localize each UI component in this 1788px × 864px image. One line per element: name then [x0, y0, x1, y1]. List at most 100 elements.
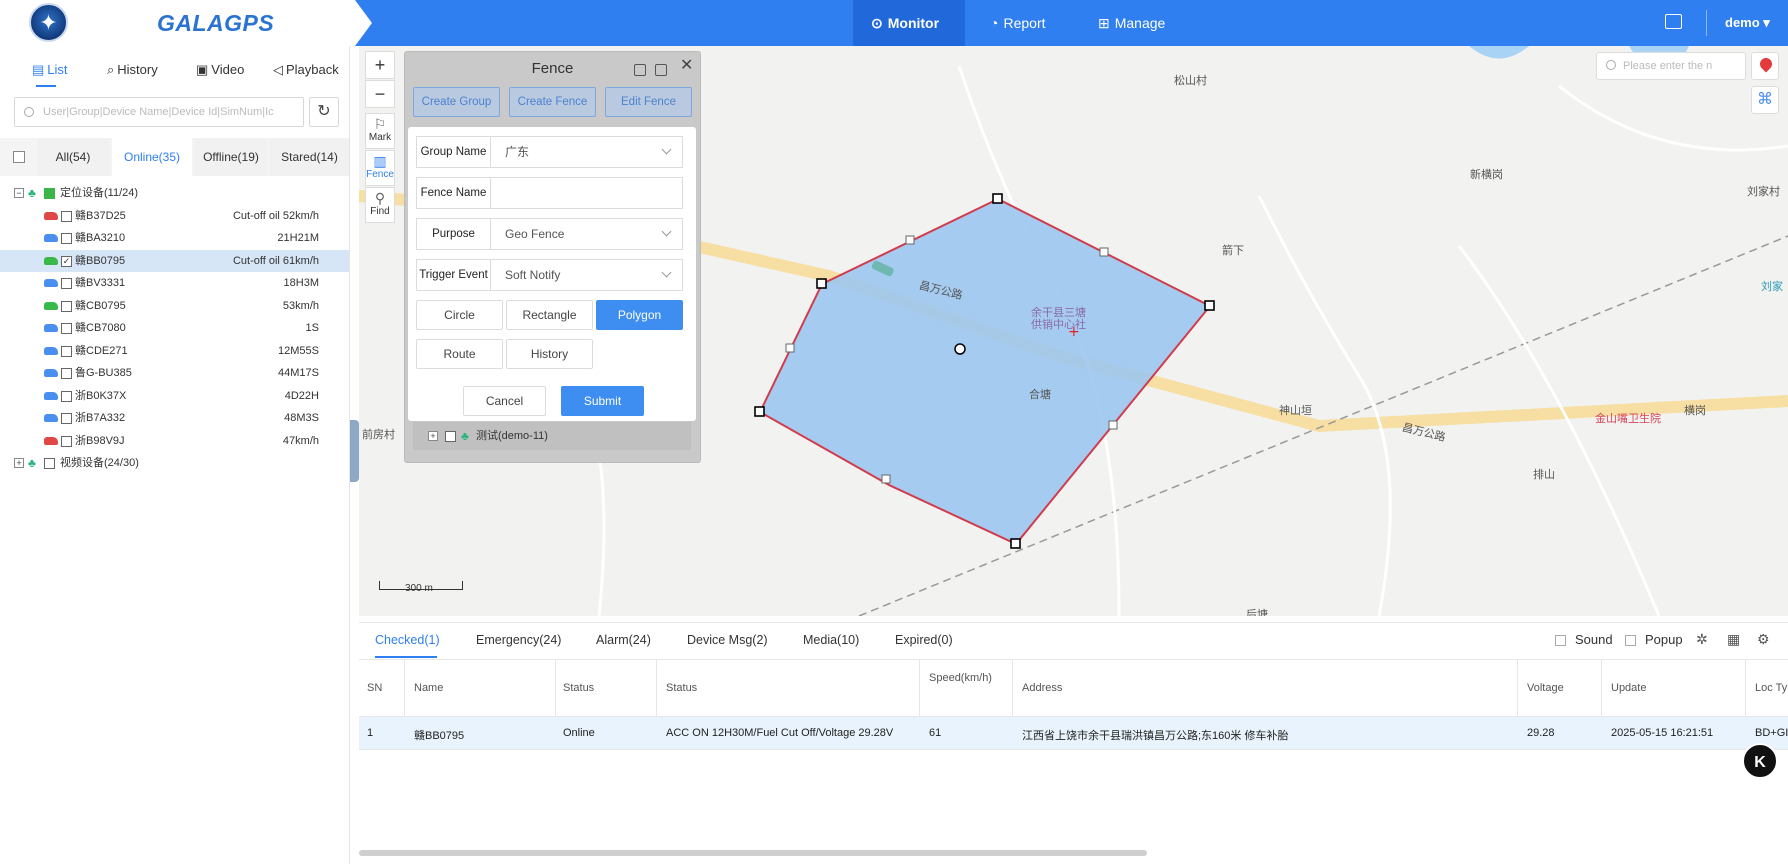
tab-history[interactable]: ⌕ History — [107, 62, 158, 78]
horizontal-scrollbar[interactable] — [359, 850, 1147, 856]
tab-alarm[interactable]: Alarm(24) — [596, 633, 651, 647]
tab-list[interactable]: ▤ List — [32, 62, 68, 78]
tab-media[interactable]: Media(10) — [803, 633, 859, 647]
message-icon[interactable] — [1665, 14, 1682, 29]
filter-offline[interactable]: Offline(19) — [195, 138, 267, 176]
fence-polygon[interactable] — [758, 197, 1212, 546]
submit-button[interactable]: Submit — [561, 386, 644, 416]
table-row[interactable]: 1 赣BB0795 Online ACC ON 12H30M/Fuel Cut … — [359, 716, 1788, 750]
shape-polygon-button[interactable]: Polygon — [596, 300, 683, 330]
group-checkbox[interactable] — [44, 188, 55, 199]
expand-icon[interactable]: + — [14, 458, 24, 468]
device-checkbox[interactable] — [61, 436, 72, 447]
device-row[interactable]: 鲁G-BU385 44M17S — [0, 362, 349, 384]
tree-group[interactable]: − ♣ 定位设备(11/24) — [0, 182, 349, 204]
create-group-button[interactable]: Create Group — [413, 87, 500, 117]
car-icon — [44, 324, 58, 332]
select-all-checkbox[interactable] — [13, 151, 25, 163]
device-row[interactable]: 赣CDE271 12M55S — [0, 340, 349, 362]
create-fence-button[interactable]: Create Fence — [509, 87, 596, 117]
trigger-event-select[interactable]: Trigger Event Soft Notify — [416, 259, 683, 291]
find-tool[interactable]: ⚲ Find — [365, 187, 395, 223]
device-checkbox[interactable] — [61, 413, 72, 424]
purpose-select[interactable]: Purpose Geo Fence — [416, 218, 683, 250]
locate-button[interactable] — [1751, 52, 1779, 80]
mark-tool[interactable]: ⚐ Mark — [365, 113, 395, 149]
filter-stared[interactable]: Stared(14) — [270, 138, 349, 176]
map-search-input[interactable]: Please enter the n — [1596, 52, 1746, 80]
tab-video[interactable]: ▣ Video — [196, 62, 244, 78]
group-checkbox[interactable] — [445, 431, 456, 442]
location-pin-icon: ⊙ — [871, 15, 883, 31]
sidebar-collapse-handle[interactable] — [350, 420, 359, 482]
device-row[interactable]: 赣CB0795 53km/h — [0, 295, 349, 317]
tab-device-msg[interactable]: Device Msg(2) — [687, 633, 768, 647]
video-icon: ▣ — [196, 62, 209, 77]
device-row[interactable]: 赣BV3331 18H3M — [0, 272, 349, 294]
device-checkbox[interactable] — [61, 301, 72, 312]
fence-name-field[interactable]: Fence Name — [416, 177, 683, 209]
expand-icon[interactable]: + — [428, 431, 438, 441]
edit-fence-button[interactable]: Edit Fence — [605, 87, 692, 117]
device-checkbox-checked[interactable]: ✓ — [61, 256, 72, 267]
history-icon: ⌕ — [107, 62, 115, 77]
nav-manage[interactable]: ⊞ Manage — [1080, 0, 1183, 46]
filter-online[interactable]: Online(35) — [112, 138, 192, 176]
nav-report[interactable]: ◔ Report — [972, 0, 1064, 46]
popup-label: Popup — [1645, 632, 1683, 647]
close-icon[interactable]: ✕ — [680, 55, 693, 75]
device-row[interactable]: 浙B0K37X 4D22H — [0, 385, 349, 407]
tab-emergency[interactable]: Emergency(24) — [476, 633, 561, 647]
device-checkbox[interactable] — [61, 278, 72, 289]
shape-rectangle-button[interactable]: Rectangle — [506, 300, 593, 330]
column-header-status: Status — [563, 682, 595, 694]
assistant-fab-button[interactable]: K — [1742, 743, 1778, 779]
shape-route-button[interactable]: Route — [416, 339, 503, 369]
edit-icon[interactable] — [634, 64, 646, 76]
device-row-selected[interactable]: ✓ 赣BB0795 Cut-off oil 61km/h — [0, 250, 349, 272]
map-layers-button[interactable]: ⌘ — [1751, 86, 1779, 114]
cancel-button[interactable]: Cancel — [463, 386, 546, 416]
fence-group-row[interactable]: + ♣ 测试(demo-11) — [413, 422, 691, 450]
filter-all[interactable]: All(54) — [37, 138, 109, 176]
user-menu[interactable]: demo ▾ — [1725, 0, 1770, 46]
sound-checkbox[interactable] — [1555, 635, 1566, 646]
gear-icon[interactable]: ⚙ — [1757, 632, 1771, 646]
device-checkbox[interactable] — [61, 323, 72, 334]
device-row[interactable]: 赣B37D25 Cut-off oil 52km/h — [0, 205, 349, 227]
alarm-settings-icon[interactable]: ✲ — [1696, 632, 1710, 646]
polygon-center-handle[interactable] — [954, 343, 966, 355]
fence-tool[interactable]: ▥ Fence — [365, 150, 395, 186]
device-checkbox[interactable] — [61, 346, 72, 357]
device-checkbox[interactable] — [61, 391, 72, 402]
device-checkbox[interactable] — [61, 211, 72, 222]
device-row[interactable]: 浙B98V9J 47km/h — [0, 430, 349, 452]
minor-road — [1457, 245, 1661, 616]
device-search-input[interactable]: User|Group|Device Name|Device Id|SimNum|… — [14, 97, 304, 127]
device-checkbox[interactable] — [61, 368, 72, 379]
tab-playback[interactable]: ◁ Playback — [273, 62, 339, 78]
export-icon[interactable] — [655, 64, 667, 76]
device-checkbox[interactable] — [61, 233, 72, 244]
group-name-select[interactable]: Group Name 广东 — [416, 136, 683, 168]
export-excel-icon[interactable]: ▦ — [1727, 632, 1741, 646]
lake-shape — [1469, 46, 1529, 59]
popup-checkbox[interactable] — [1625, 635, 1636, 646]
refresh-button[interactable]: ↻ — [309, 97, 339, 127]
device-row[interactable]: 赣CB7080 1S — [0, 317, 349, 339]
column-header-name: Name — [414, 682, 444, 694]
device-row[interactable]: 赣BA3210 21H21M — [0, 227, 349, 249]
shape-history-button[interactable]: History — [506, 339, 593, 369]
collapse-icon[interactable]: − — [14, 188, 24, 198]
group-checkbox[interactable] — [44, 458, 55, 469]
shape-circle-button[interactable]: Circle — [416, 300, 503, 330]
tab-expired[interactable]: Expired(0) — [895, 633, 953, 647]
device-row[interactable]: 浙B7A332 48M3S — [0, 407, 349, 429]
car-icon — [44, 414, 58, 422]
car-icon — [44, 234, 58, 242]
nav-monitor[interactable]: ⊙ Monitor — [853, 0, 965, 46]
tree-group[interactable]: + ♣ 视频设备(24/30) — [0, 452, 349, 474]
zoom-in-button[interactable]: + — [365, 51, 395, 79]
zoom-out-button[interactable]: − — [365, 80, 395, 108]
tab-checked[interactable]: Checked(1) — [375, 633, 440, 647]
